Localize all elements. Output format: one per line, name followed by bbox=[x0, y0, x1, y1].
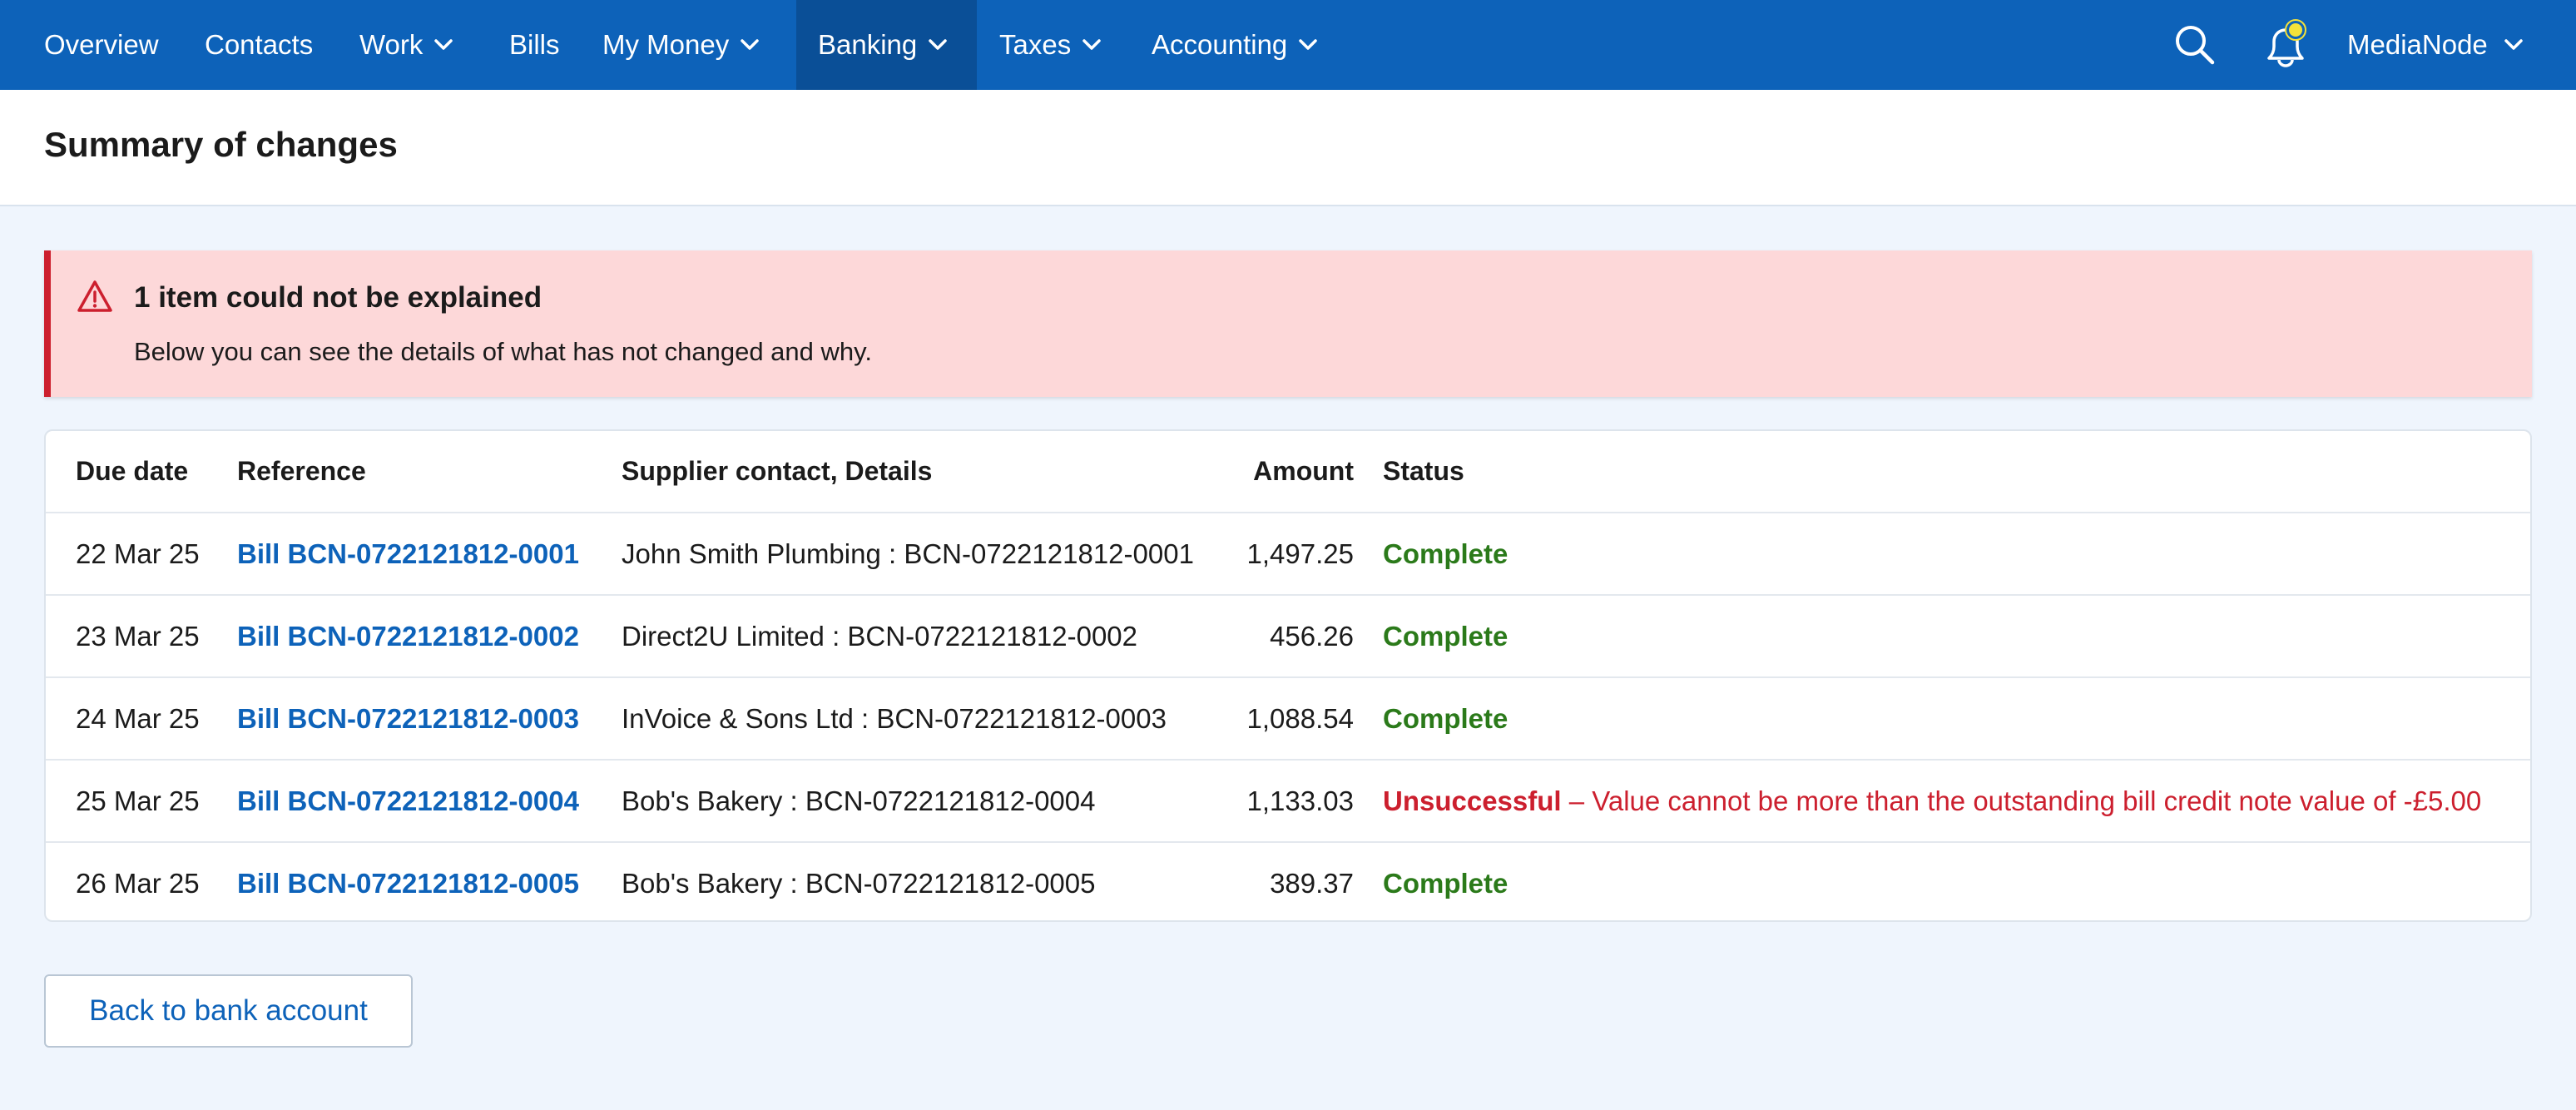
account-menu[interactable]: MediaNode bbox=[2347, 0, 2523, 90]
status-text: Unsuccessful bbox=[1383, 785, 1562, 816]
back-to-bank-account-button[interactable]: Back to bank account bbox=[44, 974, 413, 1048]
nav-item-bills[interactable]: Bills bbox=[509, 0, 560, 90]
nav-item-label: Banking bbox=[818, 29, 918, 60]
due-date-cell: 26 Mar 25 bbox=[76, 867, 200, 899]
status-cell: Complete bbox=[1383, 843, 1508, 920]
bill-reference-link[interactable]: Bill BCN-0722121812-0002 bbox=[237, 596, 579, 676]
nav-item-taxes[interactable]: Taxes bbox=[999, 0, 1101, 90]
table-header-row: Due date Reference Supplier contact, Det… bbox=[46, 431, 2530, 513]
status-cell: Complete bbox=[1383, 678, 1508, 759]
status-text: Complete bbox=[1383, 620, 1508, 652]
due-date-cell: 22 Mar 25 bbox=[76, 538, 200, 569]
alert-text: Below you can see the details of what ha… bbox=[134, 337, 872, 366]
nav-item-contacts[interactable]: Contacts bbox=[205, 0, 313, 90]
bill-reference-link[interactable]: Bill BCN-0722121812-0003 bbox=[237, 678, 579, 759]
nav-item-label: Contacts bbox=[205, 29, 314, 60]
amount-cell: 389.37 bbox=[1270, 867, 1354, 899]
status-text: Complete bbox=[1383, 702, 1508, 734]
column-header-status: Status bbox=[1383, 456, 1464, 486]
nav-item-overview[interactable]: Overview bbox=[44, 0, 159, 90]
bill-reference-link[interactable]: Bill BCN-0722121812-0001 bbox=[237, 513, 579, 594]
nav-item-label: Taxes bbox=[999, 29, 1072, 60]
page-header: Summary of changes bbox=[0, 90, 2576, 206]
column-header-due-date: Due date bbox=[76, 456, 189, 486]
status-reason: – Value cannot be more than the outstand… bbox=[1561, 785, 2482, 816]
due-date-cell: 24 Mar 25 bbox=[76, 702, 200, 734]
due-date-cell: 23 Mar 25 bbox=[76, 620, 200, 652]
nav-item-label: My Money bbox=[602, 29, 730, 60]
alert-title: 1 item could not be explained bbox=[134, 281, 542, 314]
bill-reference-link[interactable]: Bill BCN-0722121812-0004 bbox=[237, 761, 579, 841]
nav-item-work[interactable]: Work bbox=[359, 0, 453, 90]
table-row: 25 Mar 25 Bill BCN-0722121812-0004 Bob's… bbox=[46, 761, 2530, 843]
status-cell: Complete bbox=[1383, 596, 1508, 676]
nav-item-accounting[interactable]: Accounting bbox=[1152, 0, 1318, 90]
nav-item-my-money[interactable]: My Money bbox=[602, 0, 759, 90]
top-navigation: Overview Contacts Work Bills My Money Ba… bbox=[0, 0, 2576, 90]
status-cell: Complete bbox=[1383, 513, 1508, 594]
supplier-cell: InVoice & Sons Ltd : BCN-0722121812-0003 bbox=[622, 702, 1167, 734]
bell-icon[interactable] bbox=[2257, 0, 2314, 90]
status-text: Complete bbox=[1383, 538, 1508, 569]
chevron-down-icon bbox=[1082, 39, 1101, 51]
search-icon[interactable] bbox=[2173, 0, 2217, 90]
supplier-cell: John Smith Plumbing : BCN-0722121812-000… bbox=[622, 538, 1194, 569]
due-date-cell: 25 Mar 25 bbox=[76, 785, 200, 816]
amount-cell: 456.26 bbox=[1270, 620, 1354, 652]
table-row: 26 Mar 25 Bill BCN-0722121812-0005 Bob's… bbox=[46, 843, 2530, 920]
nav-item-label: Work bbox=[359, 29, 424, 60]
amount-cell: 1,088.54 bbox=[1246, 702, 1354, 734]
amount-cell: 1,133.03 bbox=[1246, 785, 1354, 816]
table-row: 23 Mar 25 Bill BCN-0722121812-0002 Direc… bbox=[46, 596, 2530, 678]
nav-item-label: Bills bbox=[509, 29, 560, 60]
column-header-amount: Amount bbox=[1253, 456, 1354, 486]
nav-item-label: Accounting bbox=[1152, 29, 1288, 60]
supplier-cell: Bob's Bakery : BCN-0722121812-0005 bbox=[622, 867, 1096, 899]
status-cell: Unsuccessful – Value cannot be more than… bbox=[1383, 761, 2481, 841]
supplier-cell: Bob's Bakery : BCN-0722121812-0004 bbox=[622, 785, 1096, 816]
page-title: Summary of changes bbox=[44, 125, 398, 164]
amount-cell: 1,497.25 bbox=[1246, 538, 1354, 569]
table-row: 22 Mar 25 Bill BCN-0722121812-0001 John … bbox=[46, 513, 2530, 596]
account-name: MediaNode bbox=[2347, 29, 2488, 60]
nav-item-banking[interactable]: Banking bbox=[796, 0, 977, 90]
warning-triangle-icon bbox=[76, 279, 114, 318]
chevron-down-icon bbox=[741, 39, 759, 51]
bill-reference-link[interactable]: Bill BCN-0722121812-0005 bbox=[237, 843, 579, 920]
table-row: 24 Mar 25 Bill BCN-0722121812-0003 InVoi… bbox=[46, 678, 2530, 761]
chevron-down-icon bbox=[1299, 39, 1318, 51]
chevron-down-icon bbox=[2504, 39, 2523, 51]
column-header-reference: Reference bbox=[237, 456, 366, 486]
changes-table: Due date Reference Supplier contact, Det… bbox=[44, 429, 2532, 922]
supplier-cell: Direct2U Limited : BCN-0722121812-0002 bbox=[622, 620, 1138, 652]
chevron-down-icon bbox=[434, 39, 453, 51]
status-text: Complete bbox=[1383, 867, 1508, 899]
notification-dot-icon bbox=[2285, 19, 2306, 41]
error-alert: 1 item could not be explained Below you … bbox=[44, 250, 2532, 397]
column-header-supplier: Supplier contact, Details bbox=[622, 456, 933, 486]
nav-item-label: Overview bbox=[44, 29, 159, 60]
chevron-down-icon bbox=[929, 39, 948, 51]
